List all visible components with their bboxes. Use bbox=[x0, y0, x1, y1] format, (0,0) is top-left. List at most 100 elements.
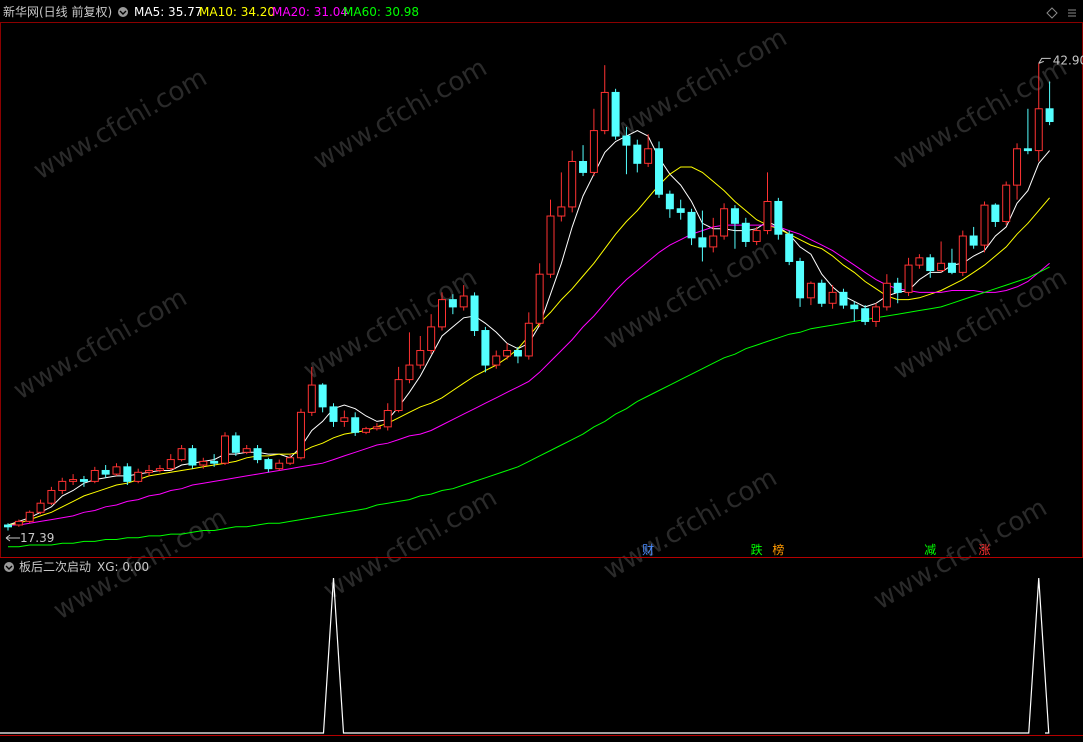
candle-body bbox=[253, 448, 262, 461]
candle-body bbox=[1002, 184, 1011, 222]
candle-body bbox=[568, 160, 577, 208]
candle-body bbox=[351, 417, 360, 433]
candle bbox=[25, 510, 34, 524]
candle bbox=[600, 65, 609, 135]
candle-body bbox=[774, 200, 783, 235]
candle bbox=[481, 326, 490, 373]
candle-body bbox=[806, 282, 815, 299]
candle-body bbox=[752, 230, 761, 242]
candle bbox=[730, 205, 739, 249]
candle bbox=[340, 410, 349, 427]
candle-body bbox=[362, 428, 371, 433]
candle bbox=[1013, 143, 1022, 200]
menu-icon[interactable] bbox=[1068, 9, 1076, 17]
candle bbox=[1023, 108, 1032, 155]
watermark-text: www.cfchi.com bbox=[889, 263, 1073, 386]
candle bbox=[253, 445, 262, 464]
candle-body bbox=[448, 299, 457, 308]
candle bbox=[318, 383, 327, 413]
ma60-label: MA60: 30.98 bbox=[343, 5, 419, 19]
candle bbox=[806, 281, 815, 306]
candle-body bbox=[980, 204, 989, 246]
candle bbox=[937, 241, 946, 273]
candle bbox=[69, 474, 78, 486]
candle bbox=[861, 305, 870, 326]
candle-body bbox=[47, 489, 56, 504]
candle bbox=[1002, 181, 1011, 226]
candle-body bbox=[79, 479, 88, 482]
candle-body bbox=[90, 469, 99, 482]
candle bbox=[774, 197, 783, 240]
event-tag[interactable]: 财 bbox=[642, 543, 654, 557]
candle-body bbox=[101, 469, 110, 475]
watermark-text: www.cfchi.com bbox=[599, 463, 783, 586]
candle-body bbox=[329, 406, 338, 422]
candle-body bbox=[221, 435, 229, 464]
candle-body bbox=[145, 469, 154, 473]
candle bbox=[785, 230, 794, 266]
candle-body bbox=[188, 448, 197, 466]
candle bbox=[796, 257, 805, 307]
candle-body bbox=[524, 322, 533, 357]
main-header: 新华网(日线 前复权) MA5: 35.77 MA10: 34.20 MA20:… bbox=[3, 4, 1076, 19]
candle-body bbox=[1023, 148, 1032, 152]
candle-body bbox=[503, 350, 512, 357]
candle-body bbox=[861, 308, 870, 322]
candle bbox=[611, 88, 620, 140]
candle-body bbox=[427, 326, 436, 352]
candle-body bbox=[25, 511, 34, 522]
candle bbox=[405, 332, 414, 384]
candle-body bbox=[741, 222, 750, 242]
watermark-text: www.cfchi.com bbox=[599, 233, 783, 356]
candle-body bbox=[969, 235, 978, 246]
candle-body bbox=[264, 459, 273, 470]
candle bbox=[264, 457, 273, 473]
candle-body bbox=[557, 206, 566, 217]
high-price-label: 42.90 bbox=[1053, 53, 1083, 67]
candle-body bbox=[286, 457, 295, 464]
candle bbox=[177, 445, 186, 462]
diamond-icon[interactable] bbox=[1046, 7, 1058, 19]
candle-body bbox=[58, 480, 67, 491]
candle-body bbox=[405, 364, 414, 381]
candle-body bbox=[199, 460, 208, 466]
candle bbox=[221, 432, 229, 466]
candle bbox=[655, 141, 663, 198]
candle bbox=[763, 172, 772, 235]
candle-body bbox=[720, 208, 729, 237]
event-tag[interactable]: 涨 bbox=[979, 542, 991, 557]
candle bbox=[524, 312, 533, 360]
ma20-label: MA20: 31.04 bbox=[272, 5, 348, 19]
candle bbox=[969, 226, 978, 249]
candle bbox=[242, 445, 251, 455]
stock-chart: www.cfchi.com www.cfchi.com www.cfchi.com w… bbox=[0, 4, 1083, 736]
candle bbox=[166, 454, 175, 471]
chevron-down-icon[interactable] bbox=[4, 562, 14, 572]
event-tag[interactable]: 跌 bbox=[751, 542, 763, 557]
event-tag[interactable]: 减 bbox=[924, 543, 936, 557]
candle bbox=[372, 423, 381, 431]
candle bbox=[687, 208, 696, 246]
candle bbox=[383, 403, 392, 431]
candle-body bbox=[177, 448, 186, 461]
chevron-down-icon[interactable] bbox=[118, 7, 128, 17]
candle bbox=[47, 486, 56, 506]
candle-body bbox=[394, 379, 403, 412]
event-tag[interactable]: 榜 bbox=[772, 542, 784, 557]
candle-body bbox=[438, 299, 446, 328]
candle bbox=[665, 190, 674, 218]
candle-body bbox=[600, 91, 609, 132]
candle-body bbox=[36, 502, 45, 513]
ma20-line bbox=[8, 224, 1050, 526]
candle bbox=[513, 346, 522, 364]
watermark-text: www.cfchi.com bbox=[9, 283, 193, 406]
candle-body bbox=[579, 160, 588, 173]
candle-body bbox=[275, 462, 284, 470]
low-price-annotation: 17.39 bbox=[5, 531, 54, 545]
candle-body bbox=[991, 204, 1000, 222]
candle bbox=[568, 150, 577, 213]
candle-body bbox=[796, 260, 805, 299]
candle-body bbox=[242, 448, 251, 453]
candle bbox=[123, 463, 132, 486]
candle bbox=[503, 343, 512, 360]
